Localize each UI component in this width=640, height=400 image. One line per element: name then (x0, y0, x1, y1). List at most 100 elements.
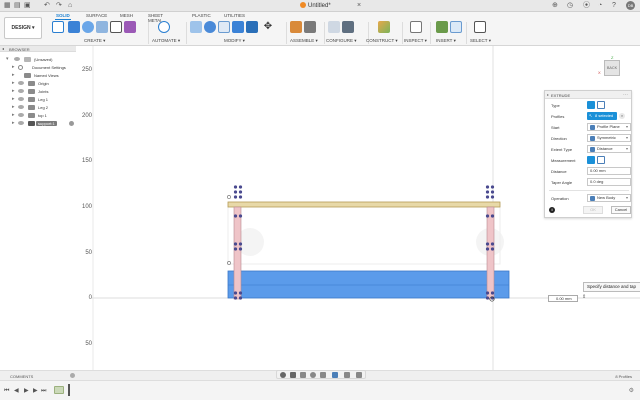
expand-arrow-icon[interactable]: ▾ (6, 56, 9, 62)
browser-item-top-1[interactable]: ▸ top 1 (0, 111, 76, 119)
browser-item-support-1[interactable]: ▸ support:1 (0, 119, 76, 127)
extensions-icon[interactable]: ◷ (567, 2, 573, 10)
expand-arrow-icon[interactable]: ▸ (12, 120, 15, 126)
expand-arrow-icon[interactable]: ▸ (12, 112, 15, 118)
redo-icon[interactable]: ↷ (56, 2, 62, 10)
create-sketch-icon[interactable] (52, 21, 64, 33)
stepper-icon[interactable]: ⇕ (582, 294, 586, 300)
viewcube[interactable]: Z BACK X (598, 55, 623, 77)
visibility-eye-icon[interactable] (18, 113, 24, 117)
distance-input[interactable]: 0.00 mm (587, 167, 631, 175)
measure-icon[interactable] (410, 21, 422, 33)
fit-icon[interactable] (320, 372, 326, 378)
go-to-start-icon[interactable]: ⏮ (4, 388, 9, 394)
viewcube-face-back[interactable]: BACK (604, 60, 620, 76)
browser-item-origin[interactable]: ▸ Origin (0, 79, 76, 87)
info-icon[interactable]: i (549, 207, 555, 213)
clear-selection-icon[interactable]: × (619, 113, 625, 119)
pan-icon[interactable] (300, 372, 306, 378)
shell-icon[interactable] (232, 21, 244, 33)
expand-arrow-icon[interactable]: ▸ (12, 88, 15, 94)
extent-type-select[interactable]: Distance ▾ (587, 145, 631, 153)
tab-solid[interactable]: SOLID (55, 13, 71, 20)
chamfer-icon[interactable] (218, 21, 230, 33)
step-back-icon[interactable]: ◀ (14, 388, 19, 394)
go-to-end-icon[interactable]: ⏭ (41, 388, 46, 394)
measurement-half-length-icon[interactable] (587, 156, 595, 164)
extrude-icon[interactable] (68, 21, 80, 33)
browser-item-leg-2[interactable]: ▸ Leg 2 (0, 103, 76, 111)
tab-utilities[interactable]: UTILITIES (224, 13, 245, 18)
browser-header[interactable]: ◂ BROWSER (0, 46, 76, 52)
more-options-icon[interactable]: ⋯ (623, 92, 628, 98)
new-component-icon[interactable] (290, 21, 302, 33)
close-tab-icon[interactable]: × (357, 2, 361, 10)
expand-arrow-icon[interactable]: ▸ (12, 64, 15, 70)
visibility-eye-icon[interactable] (18, 81, 24, 85)
visibility-eye-icon[interactable] (14, 57, 20, 61)
insert-menu[interactable]: INSERT ▾ (436, 38, 456, 44)
automate-icon[interactable] (158, 21, 170, 33)
joint-icon[interactable] (304, 21, 316, 33)
browser-item-document-settings[interactable]: ▸ Document Settings (0, 63, 76, 71)
new-tab-icon[interactable]: ⊕ (552, 2, 558, 10)
configure-menu[interactable]: CONFIGURE ▾ (326, 38, 357, 44)
canvas-distance-input[interactable]: 0.00 mm (548, 295, 578, 302)
comments-label[interactable]: COMMENTS (10, 374, 33, 379)
visibility-eye-icon[interactable] (18, 97, 24, 101)
save-icon[interactable]: ▣ (24, 2, 31, 10)
step-forward-icon[interactable]: ▶ (33, 388, 38, 394)
expand-arrow-icon[interactable]: ▸ (12, 104, 15, 110)
insert-image-icon[interactable] (450, 21, 462, 33)
browser-item-named-views[interactable]: ▸ Named Views (0, 71, 76, 79)
select-icon[interactable] (474, 21, 486, 33)
assemble-menu[interactable]: ASSEMBLE ▾ (290, 38, 318, 44)
look-at-icon[interactable] (290, 372, 296, 378)
browser-item-joints[interactable]: ▸ Joints (0, 87, 76, 95)
start-select[interactable]: Profile Plane ▾ (587, 123, 631, 131)
hole-icon[interactable] (96, 21, 108, 33)
notifications-icon[interactable]: ⦿ (583, 2, 590, 10)
help-icon[interactable]: ? (612, 2, 616, 10)
grid-settings-icon[interactable] (344, 372, 350, 378)
collapse-icon[interactable]: ◂ (2, 46, 4, 51)
configure-table-icon[interactable] (328, 21, 340, 33)
form-icon[interactable] (124, 21, 136, 33)
press-pull-icon[interactable] (190, 21, 202, 33)
file-icon[interactable]: ▤ (14, 2, 21, 10)
expand-arrow-icon[interactable]: ▸ (12, 72, 15, 78)
viewports-icon[interactable] (356, 372, 362, 378)
undo-icon[interactable]: ↶ (44, 2, 50, 10)
workspace-switcher-button[interactable]: DESIGN ▾ (4, 17, 42, 39)
avatar[interactable]: DB (626, 1, 635, 10)
browser-item-root[interactable]: ▾ (Unsaved) (0, 55, 76, 63)
pattern-icon[interactable] (110, 21, 122, 33)
job-status-icon[interactable]: ◔ (598, 2, 602, 10)
move-icon[interactable]: ✥ (262, 21, 274, 33)
timeline-marker[interactable] (68, 384, 70, 396)
extrude-type-thin-icon[interactable] (597, 101, 605, 109)
visibility-eye-icon[interactable] (18, 121, 24, 125)
collapse-icon[interactable]: ▸ (547, 92, 549, 97)
fillet-icon[interactable] (204, 21, 216, 33)
insert-derive-icon[interactable] (436, 21, 448, 33)
tab-mesh[interactable]: MESH (120, 13, 133, 18)
timeline-settings-icon[interactable]: ⚙ (629, 387, 634, 394)
combine-icon[interactable] (246, 21, 258, 33)
measurement-whole-length-icon[interactable] (597, 156, 605, 164)
taper-angle-input[interactable]: 0.0 deg (587, 178, 631, 186)
expand-arrow-icon[interactable]: ▸ (12, 80, 15, 86)
ok-button[interactable]: OK (583, 206, 603, 214)
direction-select[interactable]: Symmetric ▾ (587, 134, 631, 142)
extrude-type-solid-icon[interactable] (587, 101, 595, 109)
display-settings-icon[interactable] (332, 372, 338, 378)
select-menu[interactable]: SELECT ▾ (470, 38, 491, 44)
profiles-selection[interactable]: 8 selected (587, 112, 617, 120)
visibility-eye-icon[interactable] (18, 89, 24, 93)
inspect-menu[interactable]: INSPECT ▾ (404, 38, 427, 44)
parameters-icon[interactable] (342, 21, 354, 33)
tab-plastic[interactable]: PLASTIC (192, 13, 211, 18)
orbit-icon[interactable] (280, 372, 286, 378)
revolve-icon[interactable] (82, 21, 94, 33)
app-grid-icon[interactable]: ▦ (4, 2, 11, 10)
